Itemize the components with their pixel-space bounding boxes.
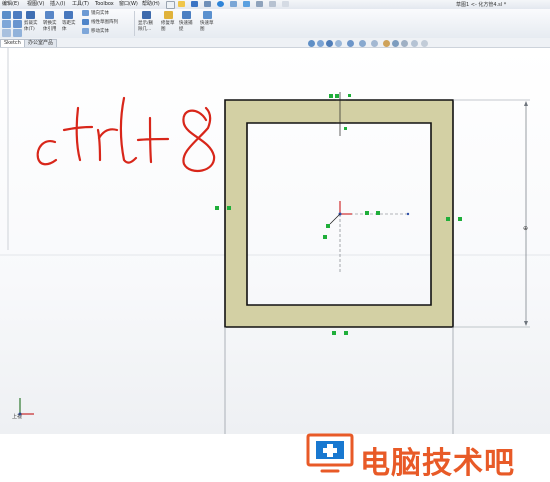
convert-entities-icon[interactable] bbox=[45, 11, 54, 19]
menu-view[interactable]: 视图(V) bbox=[27, 1, 44, 7]
sketch-canvas[interactable]: ⊕ bbox=[0, 48, 550, 434]
relation-marker-left-2[interactable] bbox=[227, 206, 231, 210]
rapid-sketch-sublabel: 图 bbox=[200, 27, 205, 32]
options-gear-icon[interactable] bbox=[269, 1, 276, 7]
zoom-to-fit-icon[interactable] bbox=[308, 40, 315, 47]
display-relations-sublabel: 除几... bbox=[138, 27, 152, 32]
convert-sublabel: 体引用 bbox=[43, 27, 57, 32]
tab-office-products[interactable]: 办公室产品 bbox=[24, 39, 58, 47]
view-orientation-label: 上视 bbox=[12, 414, 23, 420]
watermark-text: 电脑技术吧 bbox=[360, 446, 515, 481]
relation-marker-right-1[interactable] bbox=[446, 217, 450, 221]
monitor-logo-icon bbox=[306, 433, 354, 473]
relation-markers[interactable] bbox=[215, 94, 462, 335]
relation-marker-origin-2[interactable] bbox=[323, 235, 327, 239]
graphics-area[interactable]: ⊕ 电脑技术吧 bbox=[0, 48, 550, 481]
quick-snaps-label: 快速捕 bbox=[179, 21, 193, 26]
file-properties-icon[interactable] bbox=[256, 1, 263, 7]
menu-toolbox[interactable]: Toolbox bbox=[95, 1, 114, 7]
more-options-icon[interactable] bbox=[421, 40, 428, 47]
menu-tools[interactable]: 工具(T) bbox=[72, 1, 89, 7]
relation-marker-top-1[interactable] bbox=[329, 94, 333, 98]
menu-help[interactable]: 帮助(H) bbox=[142, 1, 160, 7]
rapid-sketch-label: 快速草 bbox=[200, 21, 214, 26]
document-title: 草图1 <- 化方管4.sl * bbox=[456, 2, 507, 8]
menu-window[interactable]: 窗口(W) bbox=[119, 1, 138, 7]
previous-view-icon[interactable] bbox=[326, 40, 333, 47]
move-label: 移动实体 bbox=[91, 29, 109, 34]
handwriting-annotation bbox=[36, 96, 216, 173]
toolbar-separator bbox=[134, 11, 135, 36]
relation-marker-bottom-1[interactable] bbox=[332, 331, 336, 335]
trim-entities-icon[interactable] bbox=[26, 11, 35, 19]
view-settings-icon[interactable] bbox=[401, 40, 408, 47]
menu-edit[interactable]: 编辑(E) bbox=[2, 1, 19, 7]
display-relations-icon[interactable] bbox=[142, 11, 151, 19]
linear-pattern-label: 线性草图阵列 bbox=[91, 20, 118, 25]
site-watermark: 电脑技术吧 bbox=[306, 431, 550, 482]
apply-scene-icon[interactable] bbox=[392, 40, 399, 47]
rapid-sketch-icon[interactable] bbox=[203, 11, 212, 19]
edit-appearance-icon[interactable] bbox=[383, 40, 390, 47]
rectangle-icon[interactable] bbox=[13, 11, 22, 19]
undo-icon[interactable] bbox=[217, 1, 224, 7]
sketch-toolbar: 剪裁实 体(T) 转换实 体引用 等距实 体 镜向实体 线性草图阵列 移动实体 … bbox=[0, 9, 550, 39]
save-icon[interactable] bbox=[191, 1, 198, 7]
offset-entities-icon[interactable] bbox=[64, 11, 73, 19]
repair-sketch-sublabel: 图 bbox=[161, 27, 166, 32]
section-view-icon[interactable] bbox=[335, 40, 342, 47]
spline-icon[interactable] bbox=[13, 29, 22, 37]
move-entities-icon[interactable] bbox=[82, 28, 89, 34]
linear-pattern-icon[interactable] bbox=[82, 19, 89, 25]
arc-icon[interactable] bbox=[2, 29, 11, 37]
handwriting-r bbox=[96, 128, 119, 162]
customize-icon[interactable] bbox=[282, 1, 289, 7]
quick-snaps-icon[interactable] bbox=[182, 11, 191, 19]
repair-sketch-icon[interactable] bbox=[164, 11, 173, 19]
display-relations-label: 显示/删 bbox=[138, 21, 154, 26]
quick-snaps-sublabel: 捉 bbox=[179, 27, 184, 32]
print-icon[interactable] bbox=[204, 1, 211, 7]
display-style-icon[interactable] bbox=[359, 40, 366, 47]
relation-marker-bottom-2[interactable] bbox=[344, 331, 348, 335]
convert-label: 转换实 bbox=[43, 21, 57, 26]
select-arrow-icon[interactable] bbox=[230, 1, 237, 7]
tab-sketch[interactable]: Sketch bbox=[0, 39, 25, 47]
relation-marker-right-2[interactable] bbox=[458, 217, 462, 221]
mirror-entities-icon[interactable] bbox=[82, 10, 89, 16]
relation-marker-origin-1[interactable] bbox=[326, 224, 330, 228]
command-manager-tabs: Sketch 办公室产品 bbox=[0, 38, 550, 48]
relation-marker-center-1[interactable] bbox=[365, 211, 369, 215]
line-icon[interactable] bbox=[2, 20, 11, 28]
handwriting-8 bbox=[182, 106, 216, 173]
relation-marker-top-2[interactable] bbox=[335, 94, 339, 98]
relation-marker-left-1[interactable] bbox=[215, 206, 219, 210]
axis-endpoint[interactable] bbox=[406, 212, 410, 216]
circle-icon[interactable] bbox=[13, 20, 22, 28]
hide-show-items-icon[interactable] bbox=[371, 40, 378, 47]
open-folder-icon[interactable] bbox=[178, 1, 185, 7]
rebuild-icon[interactable] bbox=[243, 1, 250, 7]
trim-sublabel: 体(T) bbox=[24, 27, 35, 32]
view-orientation-icon[interactable] bbox=[347, 40, 354, 47]
display-pane-icon[interactable] bbox=[411, 40, 418, 47]
dimension-value-mark[interactable]: ⊕ bbox=[523, 225, 528, 232]
relation-marker-center-2[interactable] bbox=[376, 211, 380, 215]
relation-marker-inner-top[interactable] bbox=[344, 127, 347, 130]
handwriting-plus bbox=[136, 116, 170, 164]
handwriting-l bbox=[119, 96, 138, 164]
offset-label: 等距实 bbox=[62, 21, 76, 26]
relation-marker-top-3[interactable] bbox=[348, 94, 351, 97]
menu-insert[interactable]: 插入(I) bbox=[50, 1, 65, 7]
trim-label: 剪裁实 bbox=[24, 21, 38, 26]
smart-dimension-icon[interactable] bbox=[2, 11, 11, 19]
origin-diagonal-leader bbox=[329, 213, 341, 225]
zoom-area-icon[interactable] bbox=[317, 40, 324, 47]
handwriting-t bbox=[62, 106, 94, 162]
handwriting-c bbox=[36, 140, 58, 166]
mirror-label: 镜向实体 bbox=[91, 11, 109, 16]
new-document-icon[interactable] bbox=[166, 1, 175, 9]
offset-sublabel: 体 bbox=[62, 27, 67, 32]
repair-sketch-label: 修复草 bbox=[161, 21, 175, 26]
